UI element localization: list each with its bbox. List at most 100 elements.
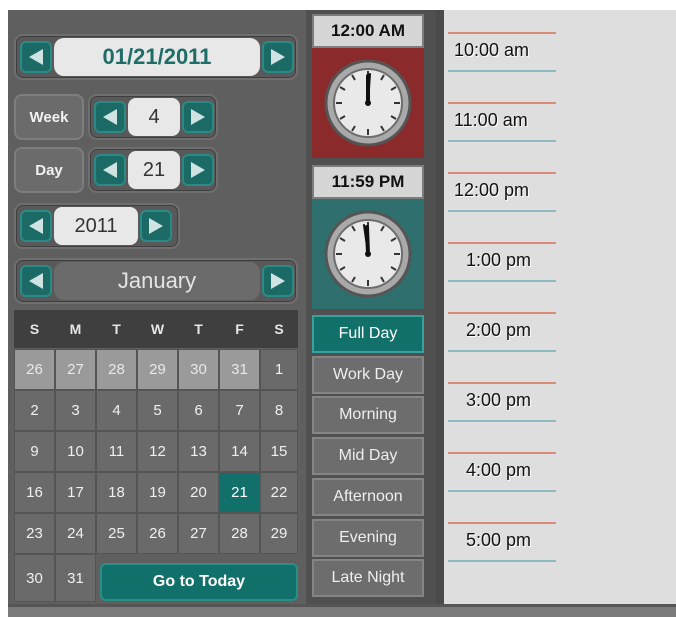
calendar-day[interactable]: 12 — [137, 431, 178, 472]
next-month-button[interactable] — [262, 265, 294, 297]
calendar-day[interactable]: 6 — [178, 390, 219, 431]
calendar-day[interactable]: 30 — [14, 554, 55, 602]
calendar-day[interactable]: 27 — [178, 513, 219, 554]
calendar-day[interactable]: 5 — [137, 390, 178, 431]
slot-bottom-line — [448, 140, 556, 142]
weekday-header: T — [96, 310, 137, 348]
calendar-day[interactable]: 28 — [96, 349, 137, 390]
calendar-day[interactable]: 27 — [55, 349, 96, 390]
left-arrow-icon — [103, 109, 117, 125]
slot-bottom-line — [448, 490, 556, 492]
calendar-day[interactable]: 4 — [96, 390, 137, 431]
time-slot-label: 12:00 pm — [454, 180, 530, 200]
go-to-today-button[interactable]: Go to Today — [100, 563, 298, 601]
year-value[interactable]: 2011 — [54, 207, 138, 245]
calendar-day[interactable]: 11 — [96, 431, 137, 472]
right-arrow-icon — [271, 49, 285, 65]
time-slot[interactable]: 10:00 am — [448, 32, 556, 76]
preset-full-day[interactable]: Full Day — [312, 315, 424, 353]
calendar-day[interactable]: 25 — [96, 513, 137, 554]
calendar-day[interactable]: 16 — [14, 472, 55, 513]
calendar-day[interactable]: 10 — [55, 431, 96, 472]
calendar-day[interactable]: 13 — [178, 431, 219, 472]
calendar-day[interactable]: 29 — [260, 513, 298, 554]
prev-week-button[interactable] — [94, 101, 126, 133]
calendar-day[interactable]: 23 — [14, 513, 55, 554]
time-slot[interactable]: 1:00 pm — [448, 242, 556, 286]
time-slot-label: 1:00 pm — [466, 250, 532, 270]
end-time-clock-panel[interactable] — [312, 199, 424, 309]
preset-mid-day[interactable]: Mid Day — [312, 437, 424, 475]
preset-work-day[interactable]: Work Day — [312, 356, 424, 394]
calendar-day[interactable]: 9 — [14, 431, 55, 472]
prev-month-button[interactable] — [20, 265, 52, 297]
calendar-day-selected[interactable]: 21 — [219, 472, 260, 513]
preset-morning[interactable]: Morning — [312, 396, 424, 434]
day-value[interactable]: 21 — [128, 151, 180, 189]
time-slot-label: 10:00 am — [454, 40, 530, 60]
calendar-day[interactable]: 22 — [260, 472, 298, 513]
time-slot-label: 11:00 am — [454, 110, 528, 130]
prev-year-button[interactable] — [20, 210, 52, 242]
prev-day-button[interactable] — [94, 154, 126, 186]
panel-divider — [436, 10, 444, 604]
left-arrow-icon — [29, 218, 43, 234]
calendar-day[interactable]: 3 — [55, 390, 96, 431]
calendar-day[interactable]: 18 — [96, 472, 137, 513]
slot-bottom-line — [448, 350, 556, 352]
time-slot[interactable]: 3:00 pm — [448, 382, 556, 426]
preset-afternoon[interactable]: Afternoon — [312, 478, 424, 516]
preset-evening[interactable]: Evening — [312, 519, 424, 557]
calendar-day[interactable]: 1 — [260, 349, 298, 390]
calendar-day[interactable]: 26 — [14, 349, 55, 390]
calendar-day[interactable]: 14 — [219, 431, 260, 472]
time-slot[interactable]: 4:00 pm — [448, 452, 556, 496]
calendar-day[interactable]: 17 — [55, 472, 96, 513]
right-arrow-icon — [191, 109, 205, 125]
time-slot[interactable]: 2:00 pm — [448, 312, 556, 356]
calendar-day[interactable]: 26 — [137, 513, 178, 554]
calendar-day[interactable]: 7 — [219, 390, 260, 431]
day-label: Day — [14, 147, 84, 193]
time-slot-label: 3:00 pm — [466, 390, 532, 410]
calendar-day[interactable]: 28 — [219, 513, 260, 554]
month-value[interactable]: January — [54, 262, 260, 300]
left-arrow-icon — [29, 49, 43, 65]
calendar-day[interactable]: 24 — [55, 513, 96, 554]
slot-bottom-line — [448, 210, 556, 212]
week-value[interactable]: 4 — [128, 98, 180, 136]
time-slot[interactable]: 12:00 pm — [448, 172, 556, 216]
prev-date-button[interactable] — [20, 41, 52, 73]
preset-late-night[interactable]: Late Night — [312, 559, 424, 597]
calendar-day[interactable]: 31 — [219, 349, 260, 390]
weekday-header: S — [260, 310, 298, 348]
calendar-day[interactable]: 31 — [55, 554, 96, 602]
slot-bottom-line — [448, 560, 556, 562]
weekday-header: W — [137, 310, 178, 348]
calendar-day[interactable]: 19 — [137, 472, 178, 513]
calendar-day[interactable]: 30 — [178, 349, 219, 390]
calendar-day[interactable]: 2 — [14, 390, 55, 431]
slot-bottom-line — [448, 280, 556, 282]
calendar-day[interactable]: 15 — [260, 431, 298, 472]
end-time-label: 11:59 PM — [312, 165, 424, 199]
time-slot[interactable]: 5:00 pm — [448, 522, 556, 566]
schedule-panel — [444, 10, 676, 604]
next-year-button[interactable] — [140, 210, 172, 242]
left-arrow-icon — [29, 273, 43, 289]
weekday-header: T — [178, 310, 219, 348]
slot-bottom-line — [448, 420, 556, 422]
date-value[interactable]: 01/21/2011 — [54, 38, 260, 76]
calendar-day[interactable]: 8 — [260, 390, 298, 431]
time-slot-label: 4:00 pm — [466, 460, 532, 480]
right-arrow-icon — [191, 162, 205, 178]
calendar-day[interactable]: 20 — [178, 472, 219, 513]
calendar-day[interactable]: 29 — [137, 349, 178, 390]
next-day-button[interactable] — [182, 154, 214, 186]
next-date-button[interactable] — [262, 41, 294, 73]
weekday-header: F — [219, 310, 260, 348]
left-arrow-icon — [103, 162, 117, 178]
time-slot[interactable]: 11:00 am — [448, 102, 556, 146]
next-week-button[interactable] — [182, 101, 214, 133]
start-time-clock-panel[interactable] — [312, 48, 424, 158]
